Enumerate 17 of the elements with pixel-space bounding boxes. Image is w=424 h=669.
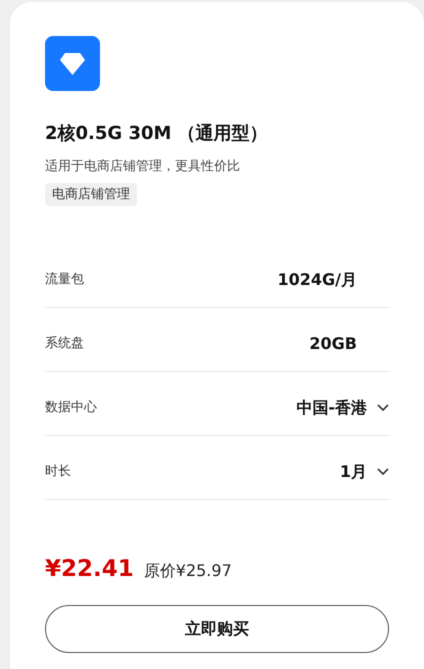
spec-label: 系统盘: [45, 334, 85, 353]
spec-label: 流量包: [45, 270, 85, 289]
original-price: 原价¥25.97: [144, 560, 232, 582]
diamond-icon: [59, 52, 86, 76]
chevron-down-icon: [377, 468, 389, 476]
spec-select[interactable]: 中国-香港: [296, 396, 389, 420]
chevron-down-icon: [377, 404, 389, 412]
spec-label: 时长: [45, 462, 72, 481]
product-subtitle: 适用于电商店铺管理，更具性价比: [45, 158, 241, 176]
spec-label: 数据中心: [45, 398, 98, 417]
spec-value: 1024G/月: [277, 268, 357, 290]
product-tag: 电商店铺管理: [45, 182, 137, 206]
product-title: 2核0.5G 30M （通用型）: [45, 122, 269, 146]
current-price: ¥22.41: [45, 555, 134, 584]
spec-value: 20GB: [309, 332, 357, 354]
spec-select[interactable]: 1月: [340, 460, 389, 484]
buy-now-button[interactable]: 立即购买: [45, 604, 389, 652]
